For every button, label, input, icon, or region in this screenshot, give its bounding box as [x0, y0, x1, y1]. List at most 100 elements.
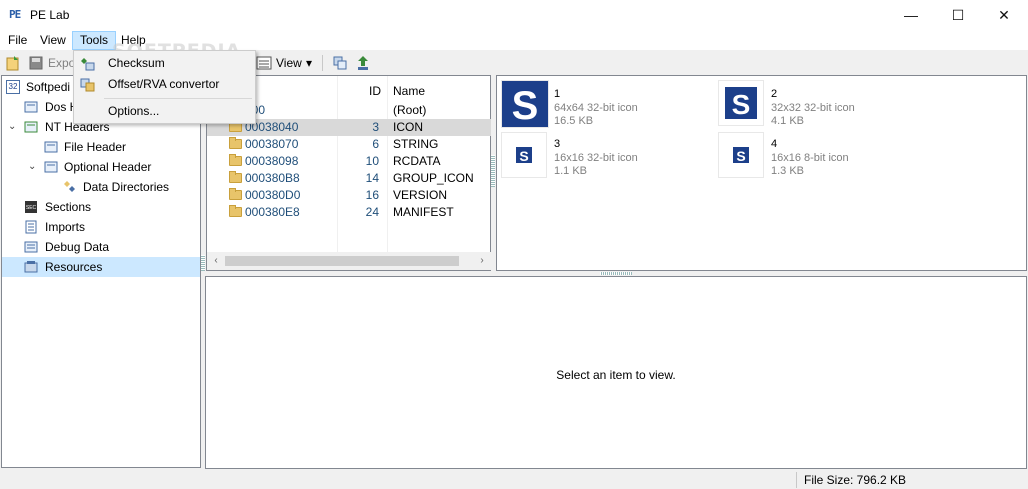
tree-item-data-directories[interactable]: Data Directories [2, 177, 200, 197]
table-row[interactable]: 000380D0 16 VERSION [207, 187, 491, 204]
icon-size: 1.3 KB [771, 165, 805, 177]
scroll-left-icon[interactable]: ‹ [208, 254, 224, 268]
menu-file[interactable]: File [1, 31, 34, 50]
resource-id: 14 [365, 171, 379, 185]
icon-thumbnail: S [718, 80, 764, 126]
title-bar: PE PE Lab — ☐ ✕ [0, 0, 1028, 30]
table-row[interactable]: 000380B8 14 GROUP_ICON [207, 170, 491, 187]
resource-name: MANIFEST [393, 205, 454, 219]
minimize-button[interactable]: — [888, 0, 934, 30]
tree-item-optional-header[interactable]: ⌄ Optional Header [2, 157, 200, 177]
menu-item-options[interactable]: Options... [75, 101, 254, 122]
icon-glyph: S [736, 148, 745, 164]
softpedia-s-icon: S [516, 147, 532, 164]
menu-item-checksum[interactable]: Checksum [75, 53, 254, 74]
resource-offset: 00038070 [245, 137, 299, 151]
checksum-icon [81, 58, 95, 71]
tree-item-file-header[interactable]: File Header [2, 137, 200, 157]
column-header-name[interactable]: Name [393, 84, 425, 98]
tree-item-label: Sections [45, 200, 92, 214]
splitter-grip[interactable] [600, 272, 632, 275]
icon-number: 1 [554, 88, 561, 100]
icon-size: 1.1 KB [554, 165, 588, 177]
view-dropdown-label[interactable]: View [276, 56, 302, 70]
view-dropdown-arrow-icon[interactable]: ▾ [306, 56, 312, 70]
table-row[interactable]: 00038070 6 STRING [207, 136, 491, 153]
menu-view[interactable]: View [33, 31, 73, 50]
table-row[interactable]: 00038098 10 RCDATA [207, 153, 491, 170]
table-row[interactable]: 000380E8 24 MANIFEST [207, 204, 491, 221]
icon-description: 32x32 32-bit icon [771, 102, 855, 114]
window-title: PE Lab [30, 8, 70, 22]
icon-number: 3 [554, 138, 561, 150]
svg-text:SEC: SEC [26, 205, 37, 211]
icon-size: 16.5 KB [554, 115, 594, 127]
icon-description: 16x16 32-bit icon [554, 152, 638, 164]
softpedia-s-icon: S [733, 147, 749, 164]
resource-offset: 00038098 [245, 154, 299, 168]
resource-offset: 000380E8 [245, 205, 300, 219]
icon-glyph: S [512, 84, 539, 127]
scroll-right-icon[interactable]: › [474, 254, 490, 268]
toolbar-separator [322, 55, 323, 71]
splitter-grip[interactable] [491, 155, 495, 187]
header-icon [24, 101, 38, 113]
menu-item-offset-rva-convertor[interactable]: Offset/RVA convertor [75, 74, 254, 95]
icon-description: 16x16 8-bit icon [771, 152, 849, 164]
menu-item-label: Options... [108, 104, 160, 118]
resource-id: 10 [365, 154, 379, 168]
resource-name: GROUP_ICON [393, 171, 474, 185]
tree-item-imports[interactable]: Imports [2, 217, 200, 237]
column-header-id[interactable]: ID [369, 84, 381, 98]
resource-id: 6 [372, 137, 379, 151]
folder-icon [229, 154, 242, 166]
view-mode-icon[interactable] [256, 55, 272, 71]
icon-description: 64x64 32-bit icon [554, 102, 638, 114]
menu-item-label: Checksum [108, 56, 165, 70]
icon-number: 4 [771, 138, 778, 150]
structure-tree: 32 Softpedi Dos H ⌄ NT Headers File Head… [1, 75, 201, 468]
softpedia-s-icon: S [502, 81, 548, 128]
resource-offset: 000380B8 [245, 171, 300, 185]
header-icon [24, 121, 38, 133]
debug-icon [24, 241, 38, 253]
tree-item-resources[interactable]: Resources [2, 257, 200, 277]
maximize-button[interactable]: ☐ [935, 0, 981, 30]
resource-id: 3 [372, 120, 379, 134]
app-logo-icon: PE [9, 8, 21, 21]
export-icon[interactable] [28, 55, 44, 71]
folder-icon [229, 171, 242, 183]
extract-resource-icon[interactable] [332, 55, 348, 71]
resource-id: 16 [365, 188, 379, 202]
export-button-label[interactable]: Expo [48, 56, 75, 70]
status-bar: File Size: 796.2 KB [0, 470, 1028, 489]
chevron-down-icon[interactable]: ⌄ [28, 157, 36, 177]
folder-icon [229, 188, 242, 200]
icon-glyph: S [519, 148, 528, 164]
resource-name: STRING [393, 137, 439, 151]
tree-item-sections[interactable]: SEC Sections [2, 197, 200, 217]
status-separator [796, 472, 797, 488]
resource-viewer: Select an item to view. [205, 276, 1027, 469]
folder-icon [229, 205, 242, 217]
splitter-grip[interactable] [201, 255, 205, 271]
menu-separator [104, 98, 252, 99]
icon-thumbnail: S [501, 132, 547, 178]
menu-tools[interactable]: Tools [72, 31, 117, 50]
resource-toolbar: View ▾ [206, 52, 1028, 74]
scrollbar-thumb[interactable] [225, 256, 459, 266]
icon-glyph: S [732, 89, 751, 120]
close-button[interactable]: ✕ [981, 0, 1027, 30]
open-file-icon[interactable] [5, 55, 21, 71]
chevron-down-icon[interactable]: ⌄ [8, 117, 16, 137]
icon-size: 4.1 KB [771, 115, 805, 127]
tools-menu: Checksum Offset/RVA convertor Options... [73, 50, 256, 124]
tree-item-debug-data[interactable]: Debug Data [2, 237, 200, 257]
icon-thumbnail: S [718, 132, 764, 178]
save-resource-icon[interactable] [355, 55, 371, 71]
tree-item-label: File Header [64, 140, 127, 154]
header-icon [44, 161, 58, 173]
horizontal-scrollbar[interactable]: ‹ › [207, 252, 491, 270]
resource-id: 24 [365, 205, 379, 219]
resource-offset: 000380D0 [245, 188, 301, 202]
